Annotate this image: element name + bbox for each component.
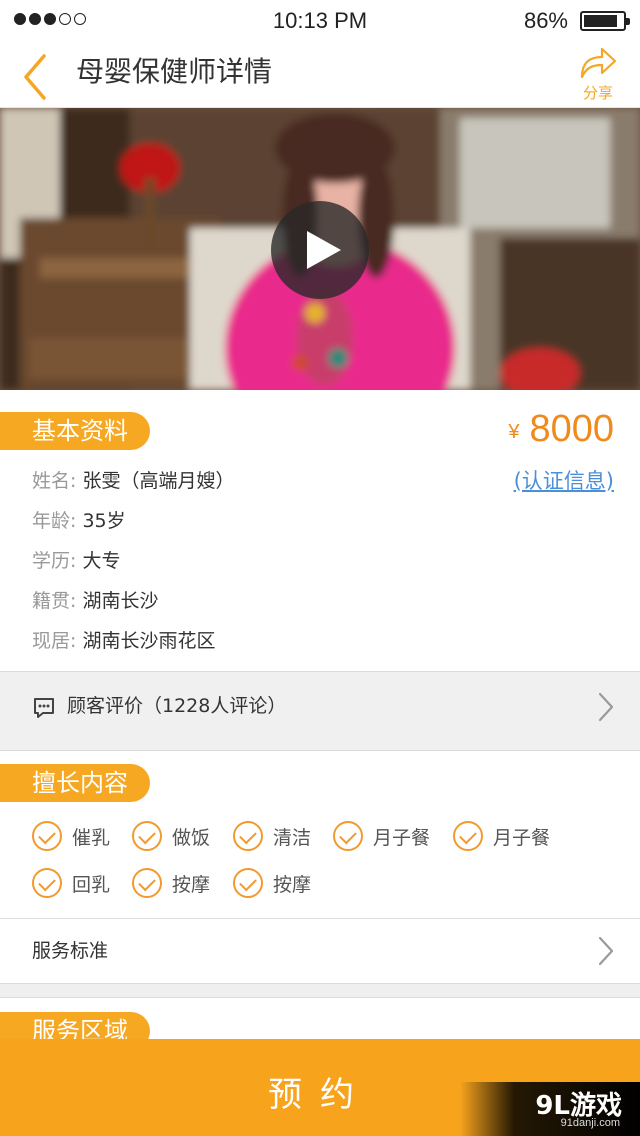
skill-item: 月子餐 <box>333 821 430 851</box>
check-circle-icon <box>32 868 62 898</box>
skill-label: 月子餐 <box>373 826 431 849</box>
info-value: 35岁 <box>82 510 126 532</box>
skill-item: 按摩 <box>233 868 311 898</box>
page-title: 母婴保健师详情 <box>76 55 273 88</box>
skill-item: 做饭 <box>132 821 210 851</box>
comment-icon <box>34 698 54 718</box>
info-label: 籍贯: <box>32 590 77 612</box>
service-standard-label: 服务标准 <box>32 940 109 962</box>
check-circle-icon <box>132 821 162 851</box>
navigation-bar: 母婴保健师详情 分享 <box>0 40 640 108</box>
info-value: 湖南长沙 <box>82 590 159 612</box>
info-row-hometown: 籍贯: 湖南长沙 <box>32 586 158 616</box>
check-circle-icon <box>233 868 263 898</box>
play-button[interactable] <box>271 201 369 299</box>
back-button[interactable] <box>16 48 60 100</box>
info-value: 张雯（高端月嫂） <box>82 470 235 492</box>
check-circle-icon <box>132 868 162 898</box>
watermark-url: 91danji.com <box>560 1117 620 1129</box>
info-label: 现居: <box>32 630 77 652</box>
skill-label: 催乳 <box>72 826 111 849</box>
customer-reviews-label: 顾客评价（1228人评论） <box>67 695 287 717</box>
info-label: 姓名: <box>32 470 77 492</box>
status-bar: 10:13 PM 86% <box>0 0 640 40</box>
customer-reviews-row[interactable]: 顾客评价（1228人评论） <box>0 671 640 751</box>
skill-label: 按摩 <box>273 873 312 896</box>
skill-item: 催乳 <box>32 821 110 851</box>
skill-label: 月子餐 <box>493 826 551 849</box>
chevron-right-icon <box>598 692 614 722</box>
certification-info-link[interactable]: (认证信息) <box>514 466 614 496</box>
chevron-left-icon <box>24 54 46 100</box>
info-row-age: 年龄: 35岁 <box>32 506 126 536</box>
info-value: 大专 <box>82 550 121 572</box>
skill-item: 清洁 <box>233 821 311 851</box>
skills-section-title: 擅长内容 <box>0 764 150 802</box>
check-circle-icon <box>333 821 363 851</box>
currency-symbol: ¥ <box>508 421 520 443</box>
battery-icon <box>580 11 630 31</box>
service-standard-row[interactable]: 服务标准 <box>0 919 640 983</box>
price-value: 8000 <box>529 408 614 450</box>
info-row-residence: 现居: 湖南长沙雨花区 <box>32 626 215 656</box>
skill-item: 回乳 <box>32 868 110 898</box>
check-circle-icon <box>233 821 263 851</box>
skill-label: 回乳 <box>72 873 111 896</box>
price: ¥8000 <box>508 404 614 457</box>
info-row-education: 学历: 大专 <box>32 546 120 576</box>
share-label: 分享 <box>582 84 613 102</box>
battery-percentage: 86% <box>523 8 568 33</box>
basic-info-section-title: 基本资料 <box>0 412 150 450</box>
info-row-name: 姓名: 张雯（高端月嫂） <box>32 466 234 496</box>
chevron-right-icon <box>598 936 614 966</box>
share-arrow-icon <box>580 47 617 79</box>
section-spacer <box>0 984 640 998</box>
skill-item: 月子餐 <box>453 821 550 851</box>
skill-label: 按摩 <box>172 873 211 896</box>
check-circle-icon <box>32 821 62 851</box>
watermark: 9L游戏 91danji.com <box>460 1082 640 1136</box>
info-value: 湖南长沙雨花区 <box>82 630 216 652</box>
play-icon <box>307 231 341 269</box>
check-circle-icon <box>453 821 483 851</box>
info-label: 年龄: <box>32 510 77 532</box>
skill-label: 清洁 <box>273 826 312 849</box>
info-label: 学历: <box>32 550 77 572</box>
skill-item: 按摩 <box>132 868 210 898</box>
share-button[interactable]: 分享 <box>574 44 622 104</box>
skill-label: 做饭 <box>172 826 211 849</box>
